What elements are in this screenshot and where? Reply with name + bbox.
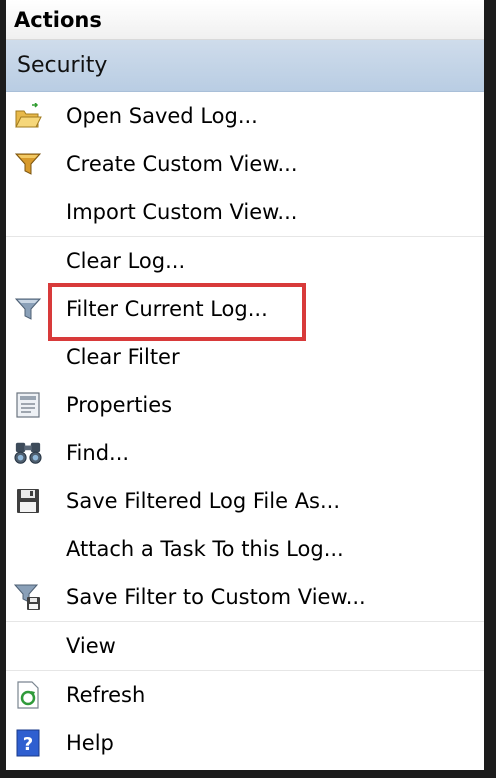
refresh-icon <box>14 681 42 709</box>
action-save-filtered-log[interactable]: Save Filtered Log File As... <box>6 477 484 525</box>
action-attach-task[interactable]: Attach a Task To this Log... <box>6 525 484 573</box>
action-filter-current-log[interactable]: Filter Current Log... <box>6 285 484 333</box>
action-find[interactable]: Find... <box>6 429 484 477</box>
properties-icon <box>14 391 42 419</box>
save-disk-icon <box>14 487 42 515</box>
action-label: Properties <box>66 393 173 417</box>
action-view[interactable]: View <box>6 622 484 670</box>
action-label: Save Filtered Log File As... <box>66 489 341 513</box>
action-create-custom-view[interactable]: Create Custom View... <box>6 140 484 188</box>
action-label: Attach a Task To this Log... <box>66 537 344 561</box>
section-security[interactable]: Security <box>6 40 484 92</box>
action-label: Create Custom View... <box>66 152 298 176</box>
action-clear-log[interactable]: Clear Log... <box>6 237 484 285</box>
action-label: Filter Current Log... <box>66 297 268 321</box>
action-save-filter-custom-view[interactable]: Save Filter to Custom View... <box>6 573 484 621</box>
open-folder-icon <box>14 102 42 130</box>
action-label: Save Filter to Custom View... <box>66 585 366 609</box>
svg-text:?: ? <box>23 734 33 755</box>
action-properties[interactable]: Properties <box>6 381 484 429</box>
save-filter-icon <box>14 583 42 611</box>
action-refresh[interactable]: Refresh <box>6 671 484 719</box>
binoculars-icon <box>14 439 42 467</box>
action-label: Open Saved Log... <box>66 104 258 128</box>
action-clear-filter[interactable]: Clear Filter <box>6 333 484 381</box>
actions-pane: Actions Security Open Saved Log... Creat… <box>6 0 484 770</box>
action-label: Clear Filter <box>66 345 180 369</box>
action-help[interactable]: ? Help <box>6 719 484 767</box>
action-label: Help <box>66 731 114 755</box>
help-icon: ? <box>14 729 42 757</box>
action-label: Import Custom View... <box>66 200 298 224</box>
action-label: Clear Log... <box>66 249 186 273</box>
actions-header: Actions <box>6 0 484 40</box>
action-import-custom-view[interactable]: Import Custom View... <box>6 188 484 236</box>
action-label: Refresh <box>66 683 146 707</box>
filter-funnel-icon <box>14 150 42 178</box>
filter-funnel-icon <box>14 295 42 323</box>
action-label: Find... <box>66 441 130 465</box>
action-label: View <box>66 634 116 658</box>
action-open-saved-log[interactable]: Open Saved Log... <box>6 92 484 140</box>
